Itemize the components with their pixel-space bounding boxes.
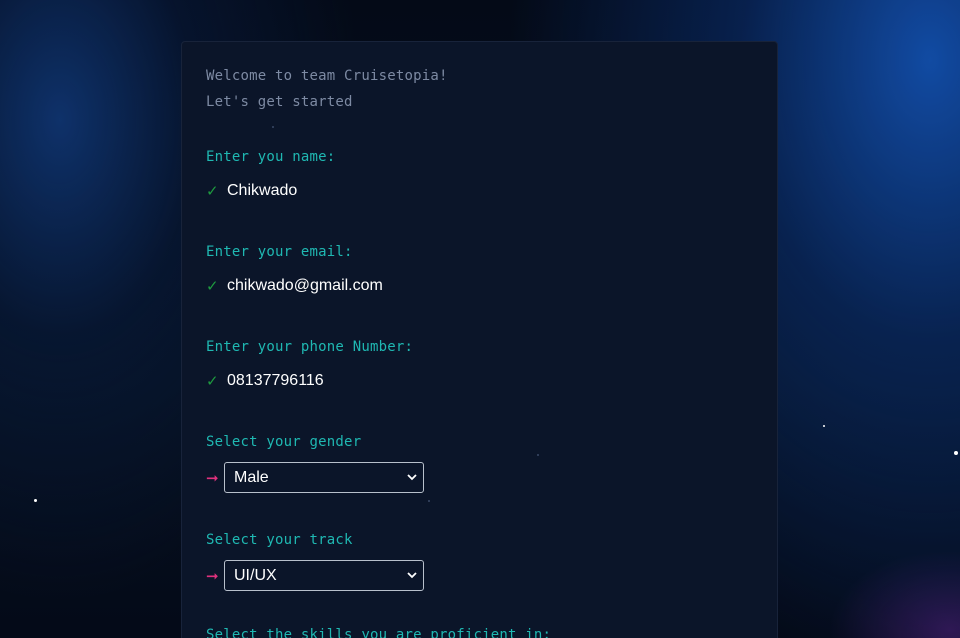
welcome-text: Welcome to team Cruisetopia! xyxy=(206,68,448,84)
email-answer: ✓ chikwado@gmail.com xyxy=(206,277,383,295)
check-icon: ✓ xyxy=(206,372,219,390)
phone-label: Enter your phone Number: xyxy=(206,339,414,355)
name-label: Enter you name: xyxy=(206,149,336,165)
star-decoration xyxy=(954,451,958,455)
arrow-right-icon: ➞ xyxy=(206,566,219,585)
track-label: Select your track xyxy=(206,532,353,548)
email-label: Enter your email: xyxy=(206,244,353,260)
star-decoration xyxy=(34,499,37,502)
track-row: ➞ UI/UX xyxy=(206,560,424,591)
chevron-down-icon xyxy=(407,571,417,581)
check-icon: ✓ xyxy=(206,277,219,295)
phone-value: 08137796116 xyxy=(227,372,324,389)
email-value: chikwado@gmail.com xyxy=(227,277,383,294)
name-answer: ✓ Chikwado xyxy=(206,182,297,200)
arrow-right-icon: ➞ xyxy=(206,468,219,487)
gender-row: ➞ Male xyxy=(206,462,424,493)
gender-label: Select your gender xyxy=(206,434,362,450)
phone-answer: ✓ 08137796116 xyxy=(206,372,324,390)
star-decoration xyxy=(428,500,430,502)
track-select[interactable]: UI/UX xyxy=(224,560,424,591)
name-value: Chikwado xyxy=(227,182,298,199)
star-decoration xyxy=(537,454,539,456)
gender-select[interactable]: Male xyxy=(224,462,424,493)
check-icon: ✓ xyxy=(206,182,219,200)
star-decoration xyxy=(823,425,825,427)
chevron-down-icon xyxy=(407,473,417,483)
track-selected-value: UI/UX xyxy=(234,566,277,584)
onboarding-card: Welcome to team Cruisetopia! Let's get s… xyxy=(181,41,778,638)
gender-selected-value: Male xyxy=(234,468,269,486)
skills-label: Select the skills you are proficient in: xyxy=(206,627,552,638)
star-decoration xyxy=(272,126,274,128)
subtitle-text: Let's get started xyxy=(206,94,353,110)
